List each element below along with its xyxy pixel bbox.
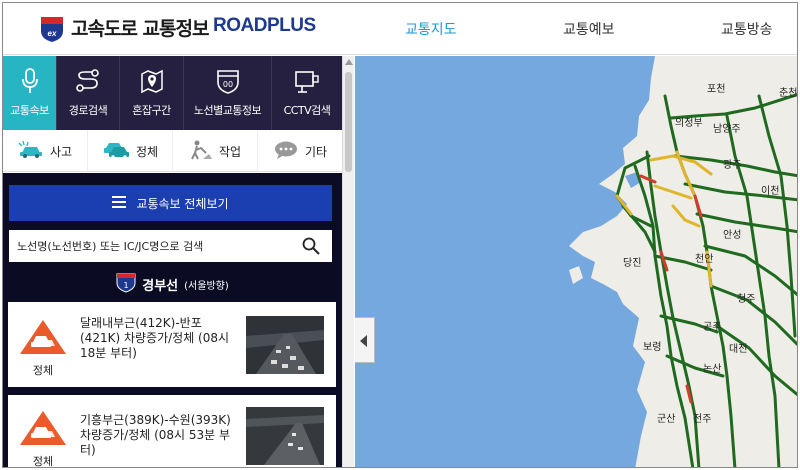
tab-label: 경로검색 [68,104,108,117]
tab-label: 노선별교통정보 [193,104,262,117]
view-all-news-button[interactable]: 교통속보 전체보기 [9,185,332,221]
menu-icon [112,195,127,211]
scroll-thumb[interactable] [345,72,352,172]
congestion-car-icon [102,141,130,162]
filter-label: 기타 [304,144,328,159]
tab-congestion[interactable]: 혼잡구간 [120,56,184,130]
svg-text:전주: 전주 [693,413,711,425]
svg-text:춘천: 춘천 [779,87,797,99]
roadwork-icon [189,140,213,163]
incident-card[interactable]: 정체 기흥부근(389K)-수원(393K) 차량증가/정체 (08시 53분 … [8,395,336,468]
tab-traffic-news[interactable]: 교통속보 [3,56,57,130]
brand-title: 고속도로 교통정보 [71,18,209,40]
svg-text:의정부: 의정부 [675,117,703,129]
tab-route-traffic[interactable]: 00 노선별교통정보 [184,56,272,130]
incident-filters: 사고 정체 작업 기타 [3,130,342,172]
nav-traffic-broadcast[interactable]: 교통방송 [721,19,773,39]
filter-congestion[interactable]: 정체 [88,130,173,172]
route-icon [75,68,101,97]
svg-text:이천: 이천 [761,185,779,197]
incident-badge: 정체 [18,409,68,468]
filter-label: 사고 [49,144,73,159]
collapse-panel-button[interactable] [355,317,375,363]
congestion-warning-icon [20,320,66,354]
scroll-up-arrow-icon[interactable] [345,59,353,65]
view-all-label: 교통속보 전체보기 [136,196,229,211]
accident-icon [18,140,44,162]
incident-card[interactable]: 정체 달래내부근(412K)-반포(421K) 차량증가/정체 (08시 18분… [8,302,336,387]
nav-traffic-map[interactable]: 교통지도 [405,19,457,39]
svg-text:당진: 당진 [623,257,641,269]
ex-logo-icon[interactable]: ex [39,15,65,43]
route-search-input[interactable]: 노선명(노선번호) 또는 IC/JC명으로 검색 [9,230,332,262]
filter-accident[interactable]: 사고 [3,130,88,172]
svg-text:군산: 군산 [657,413,675,425]
speech-bubble-icon [273,140,299,163]
svg-text:1: 1 [124,281,129,290]
nav-traffic-forecast[interactable]: 교통예보 [563,19,615,39]
tab-label: 교통속보 [10,104,49,117]
filter-roadwork[interactable]: 작업 [173,130,258,172]
svg-text:청주: 청주 [737,293,755,305]
app-window: ex 고속도로 교통정보 ROADPLUS 교통지도 교통예보 교통방송 교통속… [2,2,798,468]
filter-other[interactable]: 기타 [258,130,342,172]
incident-text: 달래내부근(412K)-반포(421K) 차량증가/정체 (08시 18분 부터… [80,316,230,360]
tab-label: CCTV검색 [283,104,331,117]
tab-label: 혼잡구간 [132,104,171,117]
side-panel: 교통속보 경로검색 혼잡구간 00 노선별교통정보 CCTV검색 사고 정체 작… [3,56,342,468]
incident-text: 기흥부근(389K)-수원(393K) 차량증가/정체 (08시 53분 부터) [80,413,231,457]
incident-state: 정체 [32,364,54,377]
panel-scrollbar[interactable] [342,56,354,467]
tab-cctv-search[interactable]: CCTV검색 [272,56,342,130]
svg-text:천안: 천안 [695,253,713,265]
svg-text:논산: 논산 [703,363,721,375]
search-placeholder: 노선명(노선번호) 또는 IC/JC명으로 검색 [17,240,204,253]
filter-label: 정체 [135,144,159,159]
cctv-thumbnail[interactable] [246,316,324,374]
svg-text:보령: 보령 [643,341,661,353]
svg-text:대전: 대전 [729,343,747,355]
microphone-icon [20,68,40,97]
filter-label: 작업 [218,144,242,159]
search-icon[interactable] [302,237,320,258]
incident-badge: 정체 [18,318,68,378]
svg-text:광주: 광주 [723,159,741,171]
tab-route-search[interactable]: 경로검색 [57,56,120,130]
svg-text:ex: ex [48,29,57,38]
traffic-news-list: 교통속보 전체보기 노선명(노선번호) 또는 IC/JC명으로 검색 1 경부선… [3,173,342,468]
map-pin-icon [139,68,165,97]
main-tabs: 교통속보 경로검색 혼잡구간 00 노선별교통정보 CCTV검색 [3,56,342,130]
congestion-warning-icon [20,411,66,445]
header: ex 고속도로 교통정보 ROADPLUS 교통지도 교통예보 교통방송 [3,3,797,55]
traffic-map[interactable]: 포천 춘천 의정부 남양주 광주 이천 안성 당진 천안 청주 보령 공주 대전… [355,56,797,467]
highway-shield-icon: 00 [216,68,240,97]
route-heading: 1 경부선 (서울방향) [3,270,342,298]
incident-state: 정체 [32,455,54,468]
svg-text:공주: 공주 [703,321,721,333]
brand-title-en: ROADPLUS [213,15,316,36]
svg-text:포천: 포천 [707,83,725,95]
cctv-thumbnail[interactable] [246,407,324,465]
route-direction: (서울방향) [184,280,229,292]
cctv-icon [294,68,320,97]
svg-text:안성: 안성 [723,229,741,241]
route-shield-icon: 1 [116,271,136,297]
chevron-left-icon [360,335,367,347]
route-name: 경부선 [142,278,179,294]
svg-text:남양주: 남양주 [713,123,741,135]
svg-text:00: 00 [222,80,232,89]
